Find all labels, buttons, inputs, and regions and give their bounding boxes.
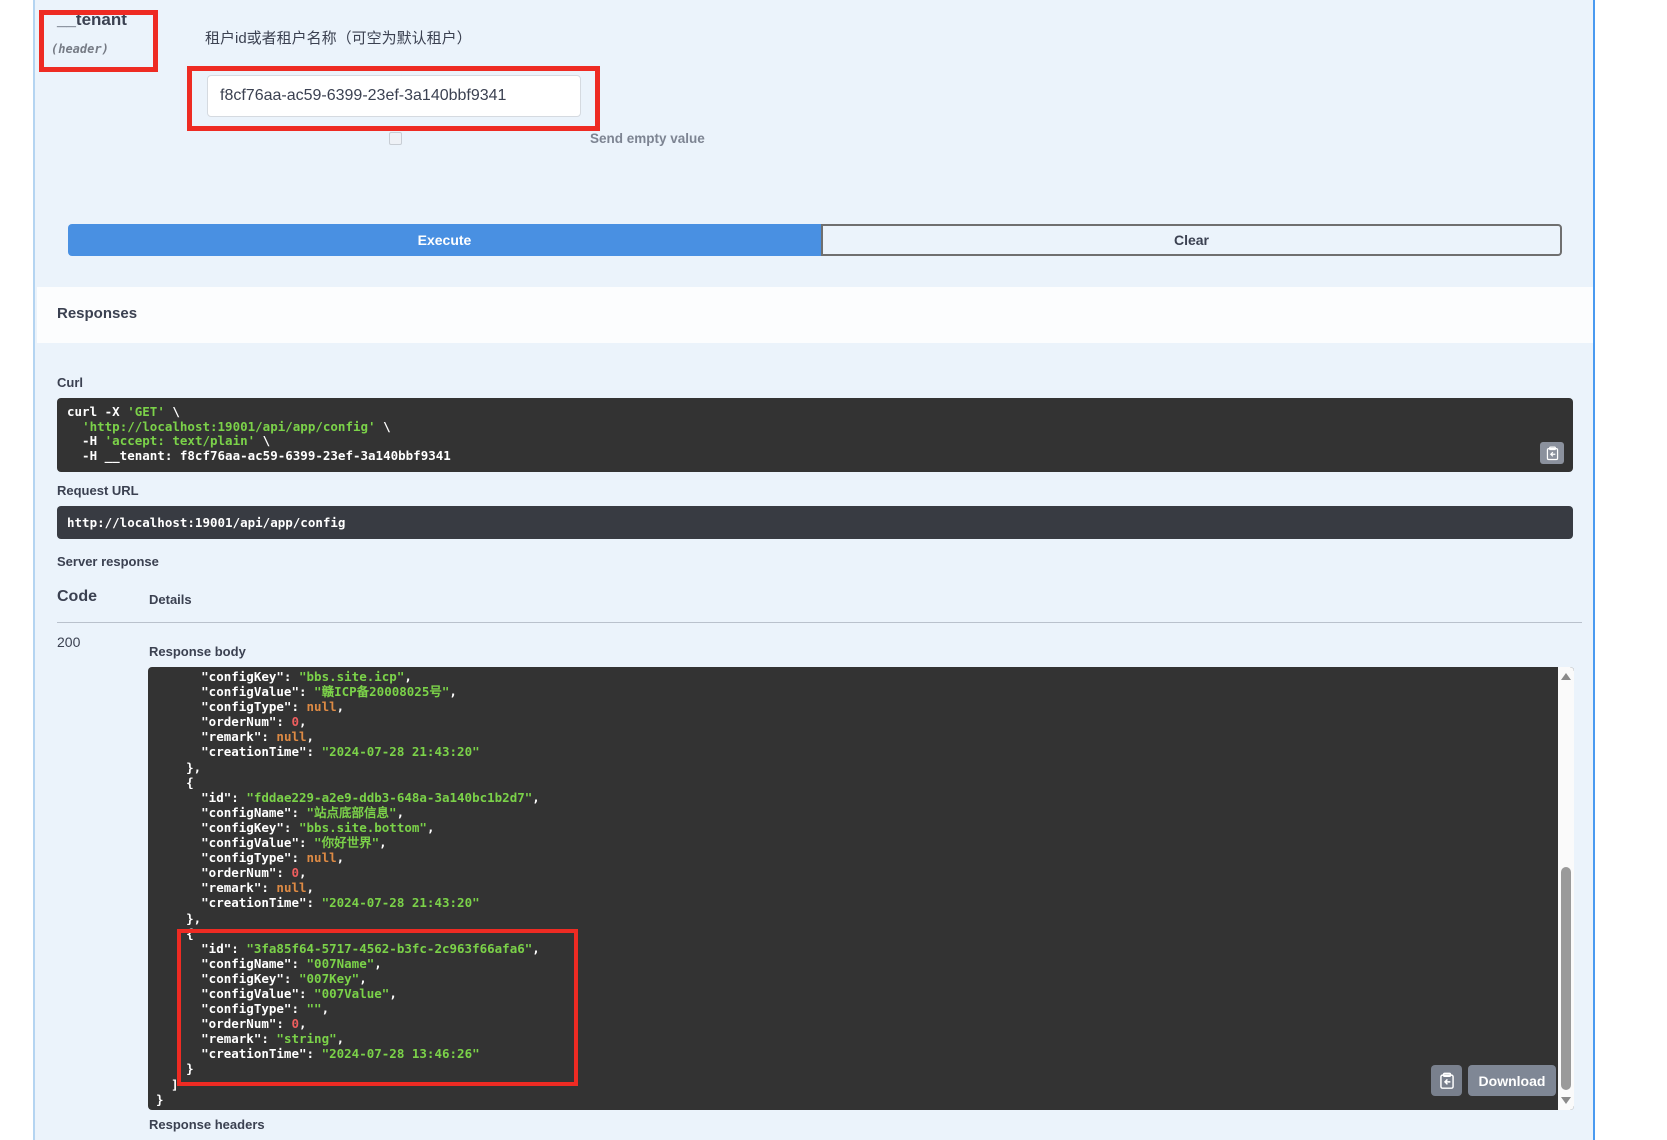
response-copy-button[interactable] bbox=[1431, 1065, 1462, 1096]
swagger-operation-screen: __tenant (header) 租户id或者租户名称（可空为默认租户） Se… bbox=[0, 0, 1667, 1140]
curl-label: Curl bbox=[57, 375, 83, 390]
parameter-description: 租户id或者租户名称（可空为默认租户） bbox=[205, 27, 472, 48]
parameter-name: __tenant bbox=[57, 10, 127, 30]
server-response-label: Server response bbox=[57, 554, 159, 569]
responses-section-header bbox=[37, 287, 1593, 343]
curl-copy-button[interactable] bbox=[1540, 442, 1564, 464]
scrollbar-down-arrow-icon[interactable] bbox=[1561, 1097, 1571, 1104]
send-empty-value-checkbox[interactable] bbox=[389, 132, 402, 145]
response-body-json: "configKey": "bbs.site.icp", "configValu… bbox=[156, 669, 1556, 1107]
response-headers-label: Response headers bbox=[149, 1117, 265, 1132]
opblock-body-panel: __tenant (header) 租户id或者租户名称（可空为默认租户） Se… bbox=[33, 0, 1595, 1140]
clipboard-copy-icon bbox=[1545, 446, 1560, 461]
response-body-scrollbar[interactable] bbox=[1558, 667, 1574, 1110]
request-url-value: http://localhost:19001/api/app/config bbox=[57, 506, 1573, 539]
tenant-value-input[interactable] bbox=[207, 75, 581, 117]
details-column-header: Details bbox=[149, 592, 192, 607]
response-body-block: "configKey": "bbs.site.icp", "configValu… bbox=[148, 667, 1574, 1110]
request-url-label: Request URL bbox=[57, 483, 139, 498]
send-empty-value-label: Send empty value bbox=[590, 131, 705, 146]
clear-button[interactable]: Clear bbox=[821, 224, 1562, 256]
execute-button[interactable]: Execute bbox=[68, 224, 821, 256]
scrollbar-thumb[interactable] bbox=[1561, 867, 1571, 1090]
parameter-location: (header) bbox=[51, 42, 109, 56]
table-header-divider bbox=[57, 622, 1582, 623]
code-column-header: Code bbox=[57, 588, 97, 606]
download-button[interactable]: Download bbox=[1468, 1065, 1556, 1096]
response-body-label: Response body bbox=[149, 644, 246, 659]
responses-title: Responses bbox=[57, 305, 137, 322]
curl-command: curl -X 'GET' \ 'http://localhost:19001/… bbox=[57, 398, 1573, 472]
status-code: 200 bbox=[57, 634, 80, 650]
scrollbar-up-arrow-icon[interactable] bbox=[1561, 673, 1571, 680]
clipboard-copy-icon bbox=[1438, 1072, 1456, 1090]
